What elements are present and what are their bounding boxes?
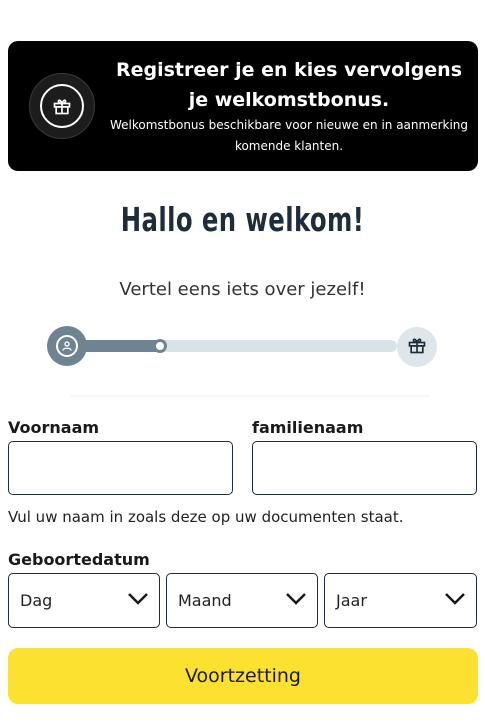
- gift-icon: [40, 84, 84, 128]
- last-name-input[interactable]: [252, 441, 477, 495]
- chevron-down-icon: [444, 591, 466, 610]
- progress-current-marker: [153, 339, 167, 353]
- promo-subtitle: Welkomstbonus beschikbare voor nieuwe en…: [109, 118, 469, 153]
- birth-month-value: Maand: [178, 591, 232, 610]
- signup-progress: [47, 325, 439, 369]
- section-divider: [70, 395, 430, 399]
- birth-year-select[interactable]: Jaar: [324, 573, 477, 628]
- progress-step-profile: [47, 326, 87, 366]
- chevron-down-icon: [285, 591, 307, 610]
- user-icon: [56, 335, 78, 357]
- birth-day-select[interactable]: Dag: [8, 573, 160, 628]
- chevron-down-icon: [127, 591, 149, 610]
- welcome-bonus-banner: Registreer je en kies vervolgens je welk…: [8, 41, 478, 171]
- gift-icon: [407, 335, 427, 359]
- birth-month-select[interactable]: Maand: [166, 573, 318, 628]
- page-title: Hallo en welkom!: [120, 200, 365, 239]
- page-subtitle: Vertel eens iets over jezelf!: [119, 279, 366, 300]
- name-hint: Vul uw naam in zoals deze op uw document…: [8, 508, 404, 526]
- last-name-label: familienaam: [252, 418, 364, 437]
- gift-icon-badge: [29, 73, 95, 139]
- continue-button[interactable]: Voortzetting: [8, 648, 478, 704]
- birthdate-label: Geboortedatum: [8, 550, 150, 569]
- birth-day-value: Dag: [20, 591, 53, 610]
- first-name-label: Voornaam: [8, 418, 100, 437]
- first-name-input[interactable]: [8, 441, 233, 495]
- birth-year-value: Jaar: [336, 591, 367, 610]
- progress-step-bonus: [397, 327, 437, 367]
- promo-title: Registreer je en kies vervolgens je welk…: [115, 59, 463, 111]
